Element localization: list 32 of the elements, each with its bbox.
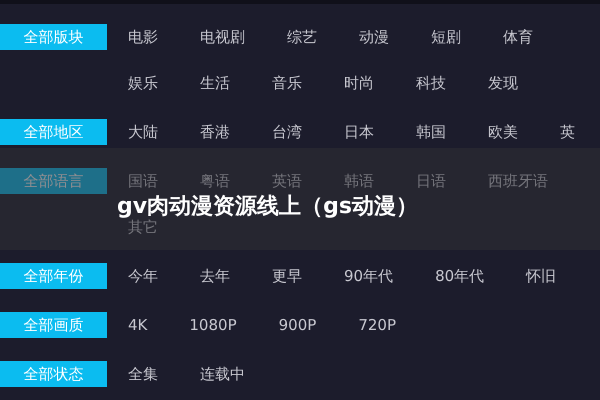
filter-option[interactable]: 时尚 [344,74,374,92]
filter-option[interactable]: 90年代 [344,266,394,286]
filter-option[interactable]: 动漫 [359,28,389,46]
overlay-title: gv肉动漫资源线上（gs动漫） [117,196,418,218]
filter-option[interactable]: 韩国 [416,122,446,142]
filter-option[interactable]: 电影 [128,28,158,46]
filter-option[interactable]: 去年 [200,266,230,286]
filter-option[interactable]: 台湾 [272,122,302,142]
filter-option[interactable]: 音乐 [272,74,302,92]
filter-option[interactable]: 全集 [128,364,158,384]
filter-option[interactable]: 综艺 [287,28,317,46]
filter-option[interactable]: 生活 [200,74,230,92]
filter-option[interactable]: 短剧 [431,28,461,46]
filter-option[interactable]: 今年 [128,266,158,286]
filter-option[interactable]: 720P [358,316,396,334]
filter-option[interactable]: 科技 [416,74,446,92]
filter-option[interactable]: 英 [560,122,575,142]
filter-option[interactable]: 大陆 [128,122,158,142]
filter-option[interactable]: 娱乐 [128,74,158,92]
filter-option[interactable]: 日本 [344,122,374,142]
filter-option[interactable]: 连载中 [200,364,245,384]
filter-option[interactable]: 4K [128,316,148,334]
filter-option[interactable]: 更早 [272,266,302,286]
filter-option[interactable]: 电视剧 [200,28,245,46]
filter-option[interactable]: 怀旧 [526,266,556,286]
filter-option[interactable]: 欧美 [488,122,518,142]
filter-option[interactable]: 900P [278,316,316,334]
filter-option[interactable]: 80年代 [435,266,484,286]
filter-option[interactable]: 香港 [200,122,230,142]
filter-option[interactable]: 1080P [189,316,237,334]
filter-option[interactable]: 体育 [503,28,533,46]
filter-option[interactable]: 发现 [488,74,518,92]
